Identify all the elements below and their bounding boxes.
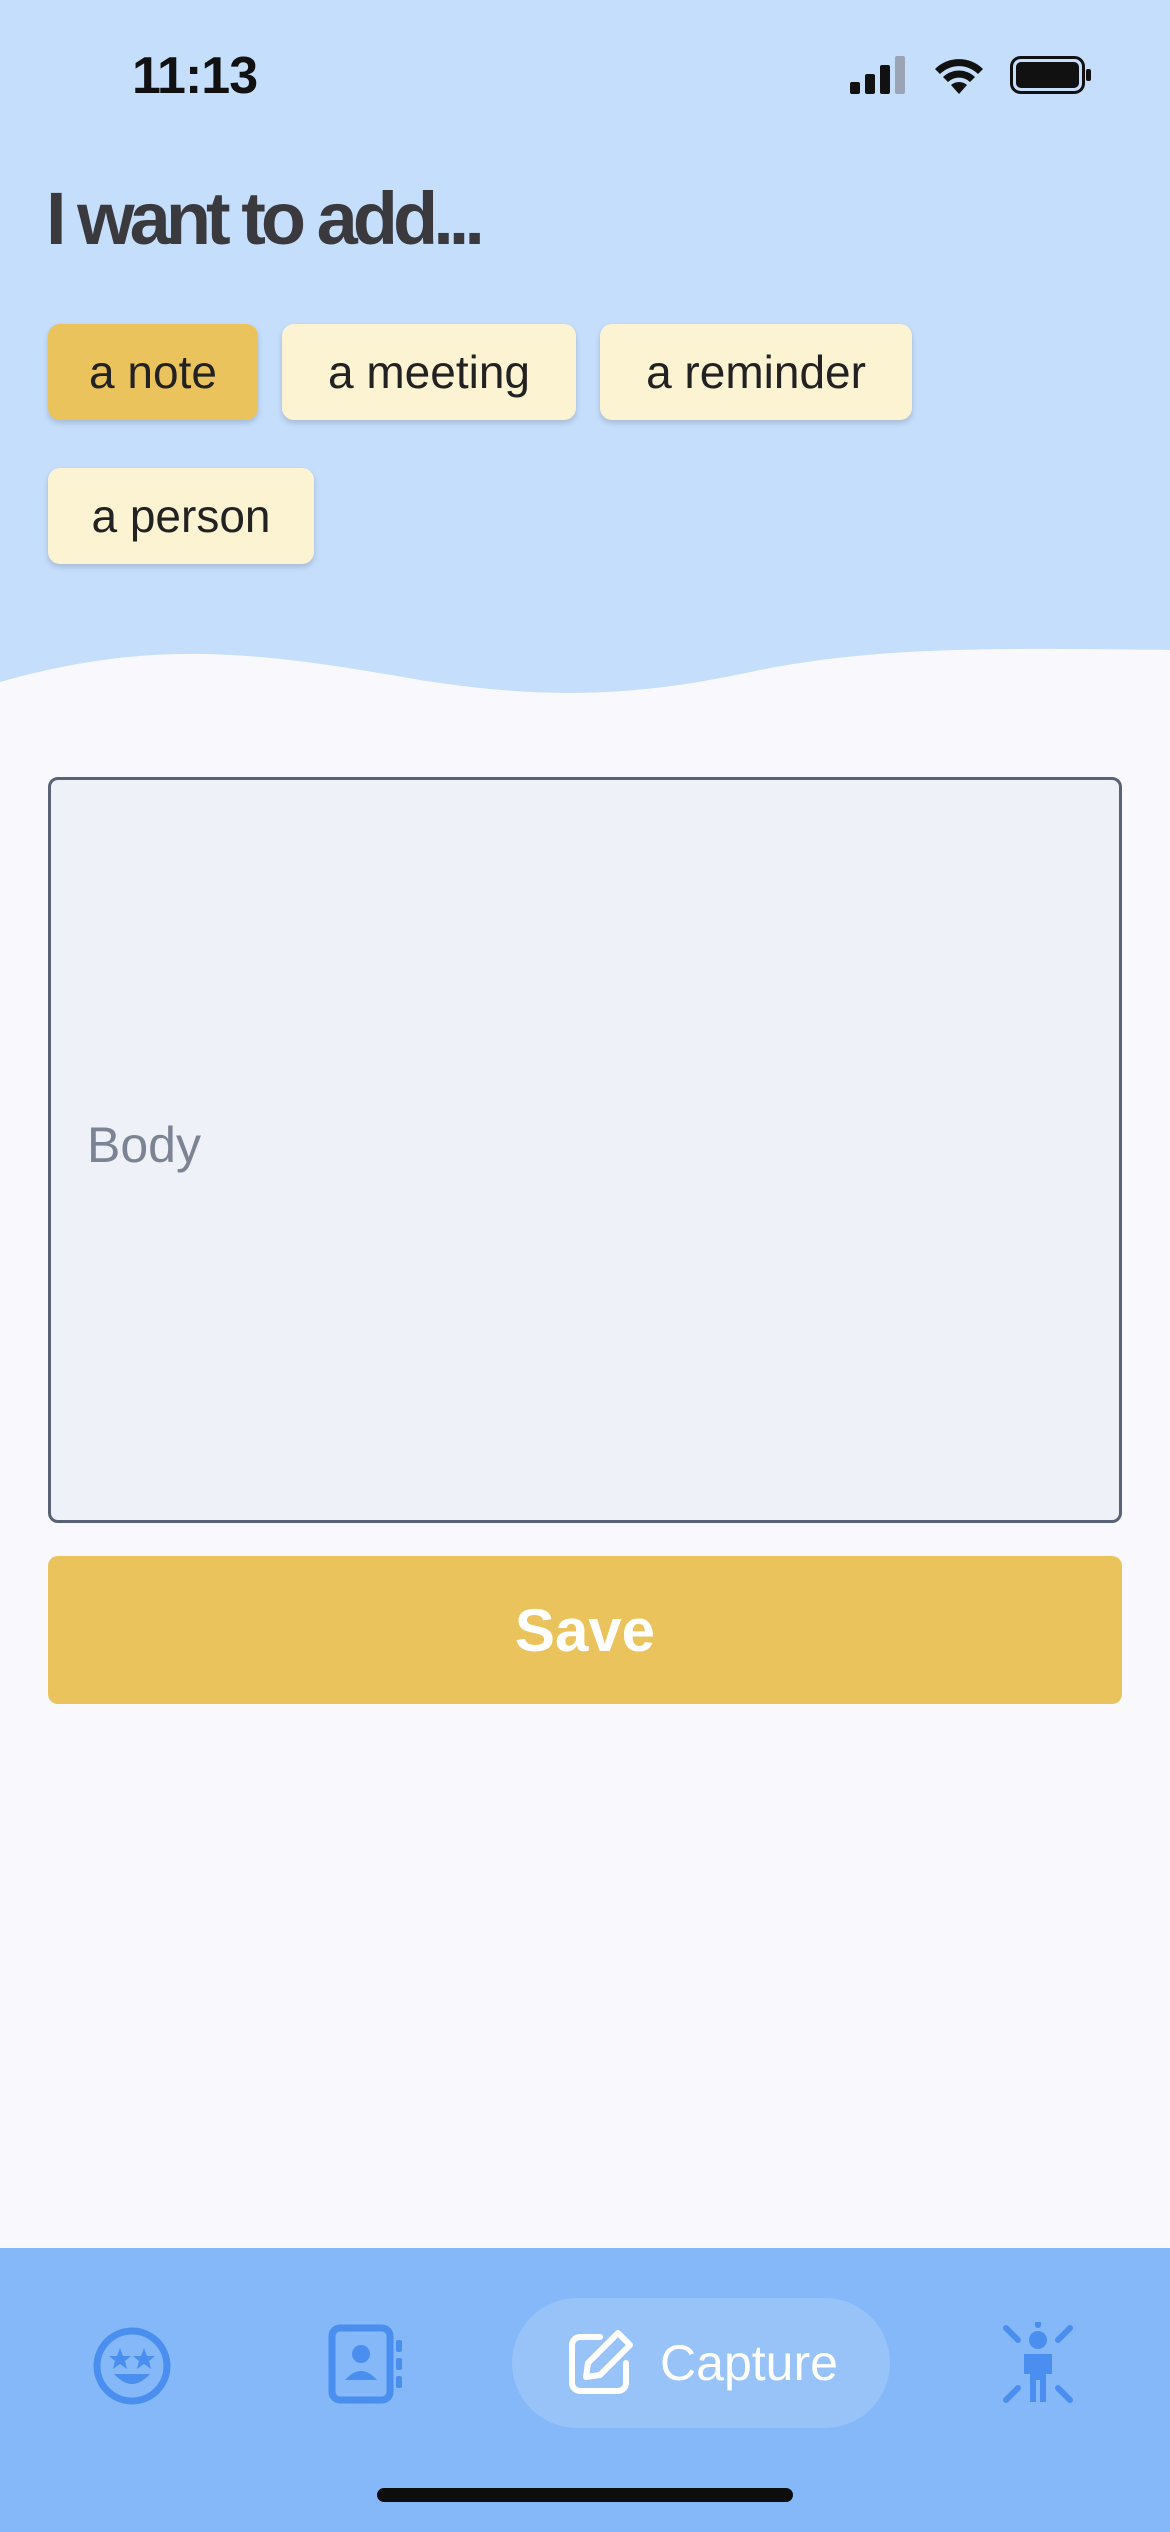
contacts-book-icon (328, 2324, 402, 2404)
star-eyes-face-icon (93, 2327, 171, 2405)
person-radiating-icon (1003, 2319, 1073, 2403)
tab-contacts[interactable] (324, 2324, 404, 2409)
chip-meeting[interactable]: a meeting (282, 324, 576, 420)
battery-icon (1010, 56, 1091, 94)
save-button[interactable]: Save (48, 1556, 1122, 1704)
tab-person[interactable] (998, 2319, 1078, 2411)
chip-person[interactable]: a person (48, 468, 314, 564)
header-wave (0, 648, 1170, 730)
body-input[interactable]: Body (48, 777, 1122, 1523)
status-icons (850, 56, 1092, 94)
home-indicator (377, 2488, 793, 2502)
edit-pencil-icon (569, 2330, 634, 2394)
tab-capture[interactable]: Capture (512, 2298, 890, 2428)
cellular-signal-icon (850, 56, 905, 94)
status-time: 11:13 (132, 47, 258, 105)
wifi-icon (935, 59, 983, 94)
tab-capture-label: Capture (660, 2335, 838, 2391)
page-title: I want to add... (46, 177, 485, 260)
tab-mood[interactable] (92, 2326, 172, 2411)
status-bar: 11:13 (0, 0, 1170, 150)
chip-note[interactable]: a note (48, 324, 258, 420)
chip-reminder[interactable]: a reminder (600, 324, 912, 420)
body-placeholder: Body (87, 1117, 201, 1173)
